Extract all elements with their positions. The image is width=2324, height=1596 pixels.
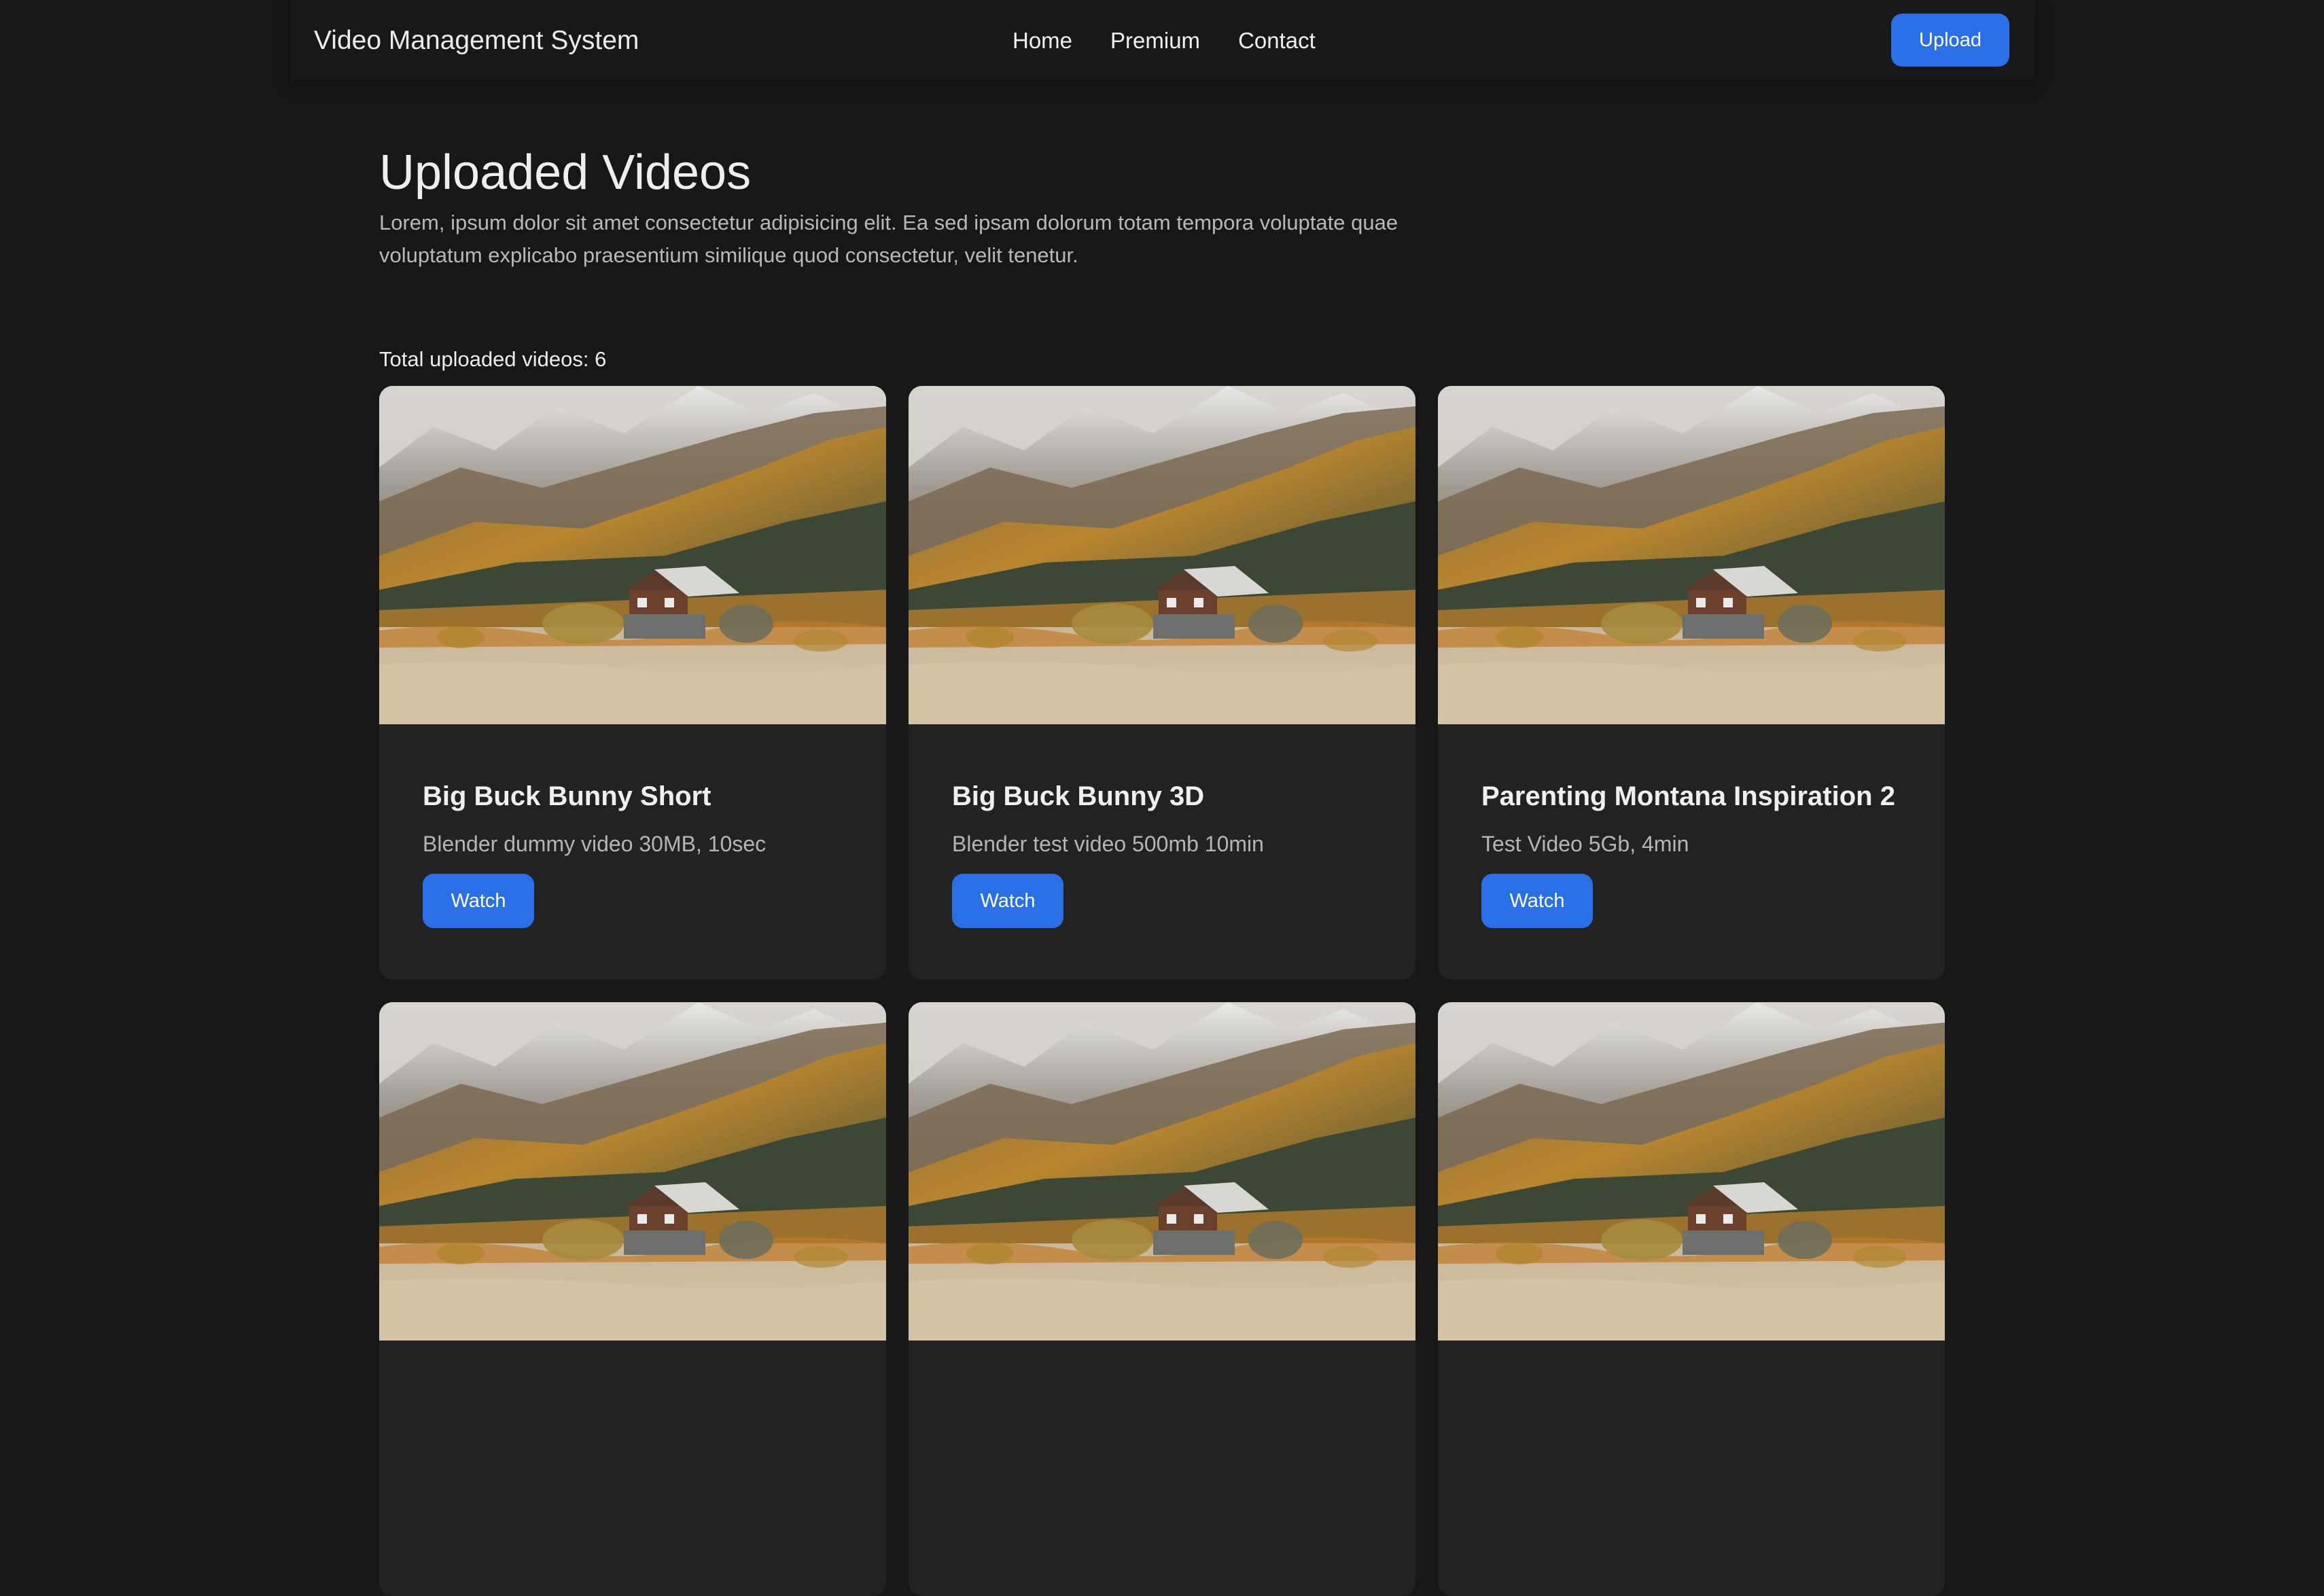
video-subtitle: Test Video 5Gb, 4min <box>1481 832 1689 856</box>
video-title: Big Buck Bunny Short <box>423 781 711 811</box>
nav-link-home[interactable]: Home <box>1013 26 1072 56</box>
video-card: Big Buck Bunny 3D Blender test video 500… <box>909 386 1415 980</box>
video-thumbnail[interactable] <box>909 386 1415 724</box>
watch-button[interactable]: Watch <box>423 874 534 928</box>
page-description: Lorem, ipsum dolor sit amet consectetur … <box>379 211 1398 267</box>
video-thumbnail[interactable] <box>379 386 886 724</box>
watch-button[interactable]: Watch <box>952 874 1063 928</box>
video-card: Parenting Montana Inspiration 2 Test Vid… <box>1438 386 1945 980</box>
card-body <box>909 1341 1415 1395</box>
card-body: Big Buck Bunny Short Blender dummy video… <box>379 724 886 928</box>
card-body <box>1438 1341 1945 1395</box>
video-card <box>909 1002 1415 1596</box>
nav-link-contact[interactable]: Contact <box>1238 26 1316 56</box>
nav-link-premium[interactable]: Premium <box>1110 26 1200 56</box>
top-navbar: Video Management System Home Premium Con… <box>291 0 2035 80</box>
nav-links: Home Premium Contact <box>1013 26 1316 56</box>
brand-title[interactable]: Video Management System <box>314 24 639 57</box>
video-card <box>379 1002 886 1596</box>
watch-button[interactable]: Watch <box>1481 874 1593 928</box>
video-subtitle: Blender test video 500mb 10min <box>952 832 1264 856</box>
page-title: Uploaded Videos <box>379 145 752 200</box>
video-card: Big Buck Bunny Short Blender dummy video… <box>379 386 886 980</box>
card-body <box>379 1341 886 1395</box>
video-thumbnail[interactable] <box>1438 386 1945 724</box>
card-body: Big Buck Bunny 3D Blender test video 500… <box>909 724 1415 928</box>
video-thumbnail[interactable] <box>1438 1002 1945 1341</box>
video-title: Big Buck Bunny 3D <box>952 781 1205 811</box>
main-header: Uploaded Videos Lorem, ipsum dolor sit a… <box>379 143 1945 272</box>
upload-button[interactable]: Upload <box>1891 14 2009 67</box>
video-subtitle: Blender dummy video 30MB, 10sec <box>423 832 767 856</box>
video-card <box>1438 1002 1945 1596</box>
video-count: Total uploaded videos: 6 <box>379 347 607 371</box>
video-thumbnail[interactable] <box>379 1002 886 1341</box>
video-title: Parenting Montana Inspiration 2 <box>1481 781 1895 811</box>
video-grid: Big Buck Bunny Short Blender dummy video… <box>379 386 1945 1596</box>
card-body: Parenting Montana Inspiration 2 Test Vid… <box>1438 724 1945 928</box>
video-thumbnail[interactable] <box>909 1002 1415 1341</box>
